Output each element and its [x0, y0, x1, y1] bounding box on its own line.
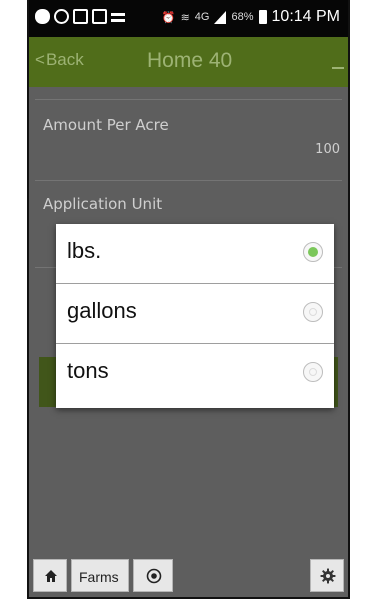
radio-dot — [308, 247, 318, 257]
amount-per-acre-label: Amount Per Acre — [43, 116, 169, 134]
status-bar: ⏰ ≋ 4G 68% 10:14 PM — [29, 0, 348, 37]
status-right: ⏰ ≋ 4G 68% 10:14 PM — [162, 8, 340, 26]
home-icon — [45, 570, 57, 582]
farms-button[interactable]: Farms — [71, 559, 129, 592]
option-tons[interactable]: tons — [56, 344, 334, 403]
back-label: Back — [45, 50, 84, 69]
settings-button[interactable] — [310, 559, 344, 592]
radio-empty-dot — [309, 308, 317, 316]
app-badge-icon — [54, 9, 69, 24]
location-button[interactable] — [133, 559, 173, 592]
target-icon — [146, 568, 162, 584]
screenshot-icon — [92, 9, 107, 24]
bottom-toolbar: Farms — [29, 557, 348, 597]
option-lbs[interactable]: lbs. — [56, 224, 334, 284]
option-gallons[interactable]: gallons — [56, 284, 334, 344]
application-unit-label: Application Unit — [43, 195, 163, 213]
app-header: <Back Home 40 — [29, 37, 348, 87]
battery-icon — [258, 10, 267, 24]
radio-selected-icon[interactable] — [303, 242, 323, 262]
option-label: lbs. — [67, 238, 102, 263]
alarm-icon: ⏰ — [161, 11, 176, 24]
form-row-partial — [35, 87, 342, 100]
back-button[interactable]: <Back — [35, 50, 84, 70]
minus-icon[interactable] — [332, 67, 344, 69]
wifi-icon: ≋ — [180, 11, 190, 24]
battery-percent: 68% — [231, 11, 254, 23]
home-button[interactable] — [33, 559, 67, 592]
radio-unselected-icon[interactable] — [303, 362, 323, 382]
radio-empty-dot — [309, 368, 317, 376]
network-label: 4G — [194, 11, 210, 23]
amount-per-acre-row[interactable]: Amount Per Acre 100 — [35, 100, 342, 181]
message-icon — [35, 9, 50, 24]
farms-label: Farms — [79, 569, 119, 585]
phone-screen: ⏰ ≋ 4G 68% 10:14 PM <Back Home 40 Amount… — [27, 0, 350, 599]
image-icon — [73, 9, 88, 24]
gear-icon — [320, 568, 336, 584]
unit-picker-dialog: lbs. gallons tons — [56, 224, 334, 408]
option-label: gallons — [67, 298, 137, 323]
chevron-left-icon: < — [35, 50, 45, 69]
amount-per-acre-value: 100 — [315, 142, 340, 157]
page-title: Home 40 — [147, 49, 233, 72]
signal-icon — [214, 10, 227, 24]
notification-icons — [35, 9, 125, 24]
radio-unselected-icon[interactable] — [303, 302, 323, 322]
menu-lines-icon — [111, 13, 125, 22]
option-label: tons — [67, 358, 109, 383]
clock: 10:14 PM — [271, 8, 340, 25]
